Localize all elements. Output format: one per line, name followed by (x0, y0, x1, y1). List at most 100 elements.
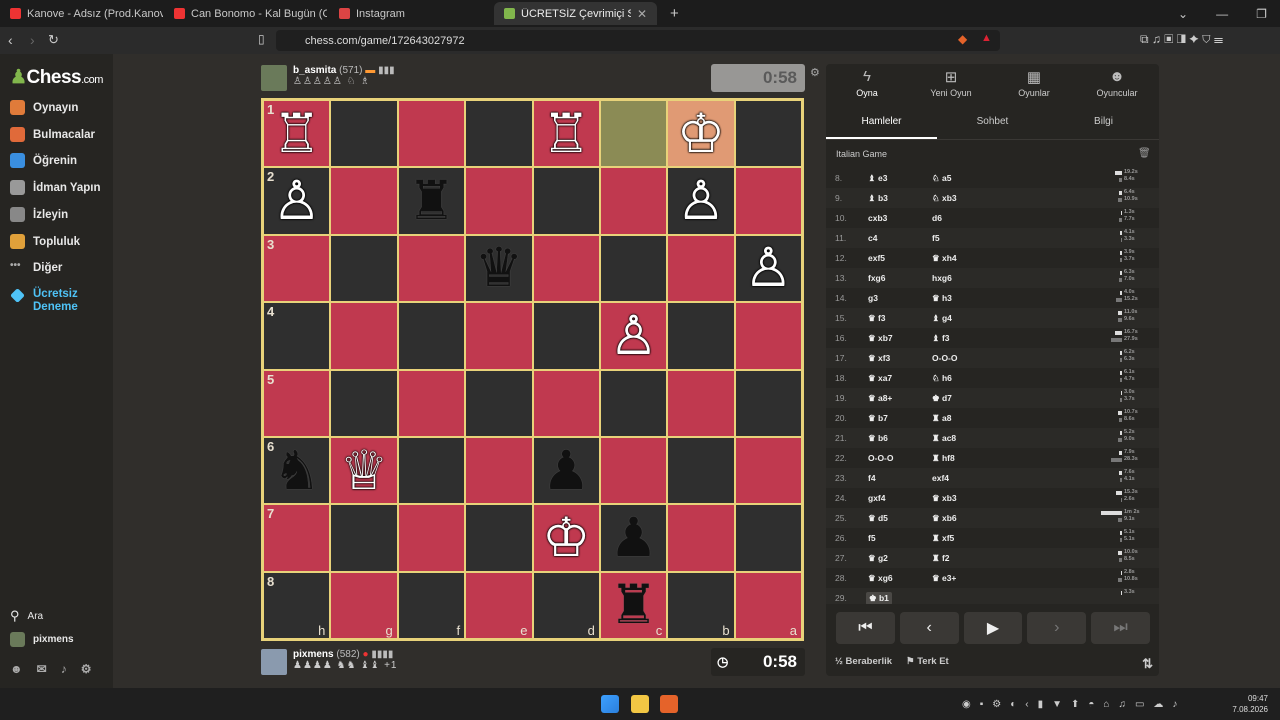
white-move[interactable]: ♝ b3 (868, 193, 888, 204)
black-move[interactable]: ♛ e3+ (932, 573, 956, 584)
sidebar-item-learn[interactable]: Öğrenin (10, 153, 77, 168)
board-square[interactable]: 2 ♙ (263, 167, 331, 235)
white-move[interactable]: f5 (868, 533, 876, 543)
board-square[interactable]: ♛ (465, 234, 533, 303)
white-move[interactable]: ♛ xa7 (868, 373, 892, 384)
white-move[interactable]: ♛ xb7 (868, 333, 893, 344)
board-square[interactable]: ♟ (599, 504, 668, 572)
black-move[interactable]: f5 (932, 233, 940, 243)
back-icon[interactable]: ‹ (8, 32, 13, 48)
board-square[interactable] (734, 369, 802, 437)
board-square[interactable]: g (330, 571, 398, 639)
sidebar-item-watch[interactable]: İzleyin (10, 207, 68, 222)
board-square[interactable]: ♕ (330, 436, 398, 505)
prev-move-button[interactable]: ‹ (899, 612, 959, 644)
board-square[interactable] (734, 167, 802, 235)
board-square[interactable] (465, 504, 533, 572)
white-move[interactable]: exf5 (868, 253, 885, 263)
white-move[interactable]: ♛ b6 (868, 433, 888, 444)
board-square[interactable] (734, 436, 802, 505)
board-square[interactable] (667, 369, 735, 437)
black-move[interactable]: ♘ h6 (932, 373, 952, 384)
black-move[interactable]: ♝ f3 (932, 333, 950, 344)
white-king-piece[interactable]: ♔ (677, 107, 725, 161)
board-square[interactable]: 7 (263, 504, 331, 572)
black-move[interactable]: O-O-O (932, 353, 958, 363)
black-move[interactable]: ♜ ac8 (932, 433, 956, 444)
sidebar-item-puzzles[interactable]: Bulmacalar (10, 127, 95, 142)
white-rook-piece[interactable]: ♖ (272, 107, 320, 161)
board-square[interactable] (667, 504, 735, 572)
minimize-icon[interactable]: — (1216, 7, 1228, 21)
board-square[interactable] (465, 369, 533, 437)
bell-icon[interactable]: ♪ (61, 662, 67, 676)
black-move[interactable]: exf4 (932, 473, 949, 483)
board-square[interactable] (397, 369, 466, 437)
white-move[interactable]: ♛ d5 (868, 513, 888, 524)
white-king-piece[interactable]: ♔ (542, 511, 590, 565)
board-square[interactable] (599, 369, 668, 437)
system-tray[interactable]: ◉▪⚙◐‹▮▼⬆◓⌂♫▭☁♪ (962, 699, 1186, 710)
white-move[interactable]: ♛ xg6 (868, 573, 893, 584)
sidebar-item-free-trial[interactable]: Ücretsiz Deneme (10, 288, 81, 314)
mail-icon[interactable]: ✉ (37, 662, 47, 676)
board-square[interactable] (330, 100, 398, 168)
bookmark-icon[interactable]: ▯ (258, 32, 265, 46)
browser-tab[interactable]: Kanove - Adsız (Prod.Kanove) - YouTube (0, 2, 163, 25)
black-queen-piece[interactable]: ♛ (475, 241, 523, 295)
forward-icon[interactable]: › (30, 32, 35, 48)
chess-board[interactable]: 1 ♖ ♖ ♔ 2 ♙ ♜ ♙ 3 ♛ ♙ 4 ♙ 5 6 ♞ ♕ ♟ 7 ♔ ♟ 8 h g f e d c ♜ b a (261, 98, 804, 641)
white-move[interactable]: gxf4 (868, 493, 885, 503)
black-move[interactable]: ♜ hf8 (932, 453, 955, 464)
board-square[interactable] (397, 234, 466, 303)
board-square[interactable] (599, 436, 668, 505)
board-square[interactable] (465, 167, 533, 235)
white-move[interactable]: ♛ f3 (868, 313, 886, 324)
black-move[interactable]: ♜ f2 (932, 553, 950, 564)
black-knight-piece[interactable]: ♞ (272, 444, 320, 498)
draw-button[interactable]: ½ Beraberlik (835, 656, 892, 672)
board-square[interactable]: 1 ♖ (263, 100, 331, 168)
board-square[interactable] (330, 504, 398, 572)
board-settings-icon[interactable]: ⚙ (810, 66, 820, 79)
sidebar-user[interactable]: pixmens (10, 632, 74, 647)
black-move[interactable]: ♚ d7 (932, 393, 952, 404)
white-queen-piece[interactable]: ♕ (340, 444, 388, 498)
black-move[interactable]: d6 (932, 213, 942, 223)
board-square[interactable] (532, 302, 600, 370)
board-square[interactable]: ♖ (532, 100, 600, 168)
friends-icon[interactable]: ☻ (10, 662, 23, 676)
board-square[interactable] (330, 234, 398, 303)
board-square[interactable] (397, 302, 466, 370)
tab-games[interactable]: ▦ Oyunlar (1004, 68, 1064, 98)
board-square[interactable]: 6 ♞ (263, 436, 331, 505)
sidebar-search[interactable]: ⚲ Ara (10, 608, 43, 624)
white-move[interactable]: g3 (868, 293, 878, 303)
board-square[interactable] (734, 100, 802, 168)
board-square[interactable]: 8h (263, 571, 331, 639)
tab-moves[interactable]: Hamleler (826, 108, 937, 139)
black-move[interactable]: ♛ h3 (932, 293, 952, 304)
black-move[interactable]: hxg6 (932, 273, 952, 283)
board-square[interactable] (397, 504, 466, 572)
white-move[interactable]: ♛ a8+ (868, 393, 892, 404)
white-move[interactable]: cxb3 (868, 213, 887, 223)
gear-icon[interactable]: ⚙ (81, 662, 92, 676)
taskbar-clock[interactable]: 09:47 7.08.2026 (1230, 693, 1268, 715)
sidebar-item-play[interactable]: Oynayın (10, 100, 78, 115)
board-square[interactable] (532, 369, 600, 437)
next-move-button[interactable]: › (1027, 612, 1087, 644)
black-rook-piece[interactable]: ♜ (609, 578, 657, 632)
board-square[interactable] (465, 302, 533, 370)
board-square[interactable] (330, 369, 398, 437)
tab-chat[interactable]: Sohbet (937, 108, 1048, 139)
windows-start-icon[interactable] (601, 695, 619, 713)
sidebar-item-more[interactable]: ••• Diğer (10, 260, 62, 275)
black-move[interactable]: ♘ a5 (932, 173, 951, 184)
brave-shield-icon[interactable]: ◆ (958, 32, 967, 46)
white-pawn-piece[interactable]: ♙ (609, 309, 657, 363)
first-move-button[interactable]: ⏮ (836, 612, 895, 644)
black-move[interactable]: ♛ xh4 (932, 253, 957, 264)
black-move[interactable]: ♛ xb6 (932, 513, 957, 524)
brave-browser-icon[interactable] (660, 695, 678, 713)
